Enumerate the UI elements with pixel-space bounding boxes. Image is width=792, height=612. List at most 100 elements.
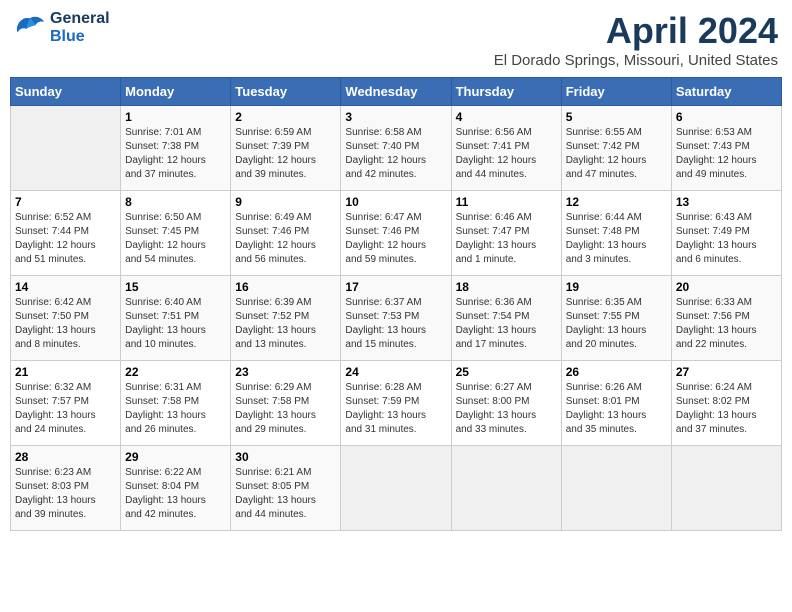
calendar-cell: 2 Sunrise: 6:59 AMSunset: 7:39 PMDaylight… <box>231 106 341 191</box>
calendar-cell: 30 Sunrise: 6:21 AMSunset: 8:05 PMDayligh… <box>231 446 341 531</box>
calendar-cell: 9 Sunrise: 6:49 AMSunset: 7:46 PMDaylight… <box>231 191 341 276</box>
day-number: 14 <box>15 280 116 294</box>
calendar-week-row: 7 Sunrise: 6:52 AMSunset: 7:44 PMDaylight… <box>11 191 782 276</box>
day-number: 15 <box>125 280 226 294</box>
day-info: Sunrise: 6:26 AMSunset: 8:01 PMDaylight:… <box>566 381 667 437</box>
day-info: Sunrise: 6:46 AMSunset: 7:47 PMDaylight:… <box>456 211 557 267</box>
day-number: 21 <box>15 365 116 379</box>
day-number: 26 <box>566 365 667 379</box>
day-number: 29 <box>125 450 226 464</box>
calendar-cell <box>451 446 561 531</box>
day-info: Sunrise: 6:29 AMSunset: 7:58 PMDaylight:… <box>235 381 336 437</box>
day-info: Sunrise: 6:23 AMSunset: 8:03 PMDaylight:… <box>15 466 116 522</box>
day-number: 5 <box>566 110 667 124</box>
day-info: Sunrise: 6:55 AMSunset: 7:42 PMDaylight:… <box>566 126 667 182</box>
calendar-cell: 28Sunrise: 6:23 AMSunset: 8:03 PMDayligh… <box>11 446 121 531</box>
month-title: April 2024 <box>494 10 778 52</box>
calendar-cell: 5 Sunrise: 6:55 AMSunset: 7:42 PMDaylight… <box>561 106 671 191</box>
day-number: 8 <box>125 195 226 209</box>
day-info: Sunrise: 6:24 AMSunset: 8:02 PMDaylight:… <box>676 381 777 437</box>
calendar-cell: 17 Sunrise: 6:37 AMSunset: 7:53 PMDayligh… <box>341 276 451 361</box>
day-info: Sunrise: 6:37 AMSunset: 7:53 PMDaylight:… <box>345 296 446 352</box>
day-header-saturday: Saturday <box>671 78 781 106</box>
calendar-table: SundayMondayTuesdayWednesdayThursdayFrid… <box>10 77 782 531</box>
calendar-cell: 16 Sunrise: 6:39 AMSunset: 7:52 PMDayligh… <box>231 276 341 361</box>
day-info: Sunrise: 7:01 AMSunset: 7:38 PMDaylight:… <box>125 126 226 182</box>
calendar-cell: 20 Sunrise: 6:33 AMSunset: 7:56 PMDayligh… <box>671 276 781 361</box>
day-number: 12 <box>566 195 667 209</box>
day-number: 4 <box>456 110 557 124</box>
calendar-cell: 26 Sunrise: 6:26 AMSunset: 8:01 PMDayligh… <box>561 361 671 446</box>
day-number: 16 <box>235 280 336 294</box>
day-number: 9 <box>235 195 336 209</box>
day-info: Sunrise: 6:21 AMSunset: 8:05 PMDaylight:… <box>235 466 336 522</box>
day-header-sunday: Sunday <box>11 78 121 106</box>
calendar-cell: 23 Sunrise: 6:29 AMSunset: 7:58 PMDayligh… <box>231 361 341 446</box>
calendar-cell: 12 Sunrise: 6:44 AMSunset: 7:48 PMDayligh… <box>561 191 671 276</box>
calendar-cell: 29 Sunrise: 6:22 AMSunset: 8:04 PMDayligh… <box>121 446 231 531</box>
day-number: 18 <box>456 280 557 294</box>
page-header: General Blue April 2024 El Dorado Spring… <box>10 10 782 69</box>
calendar-cell: 15 Sunrise: 6:40 AMSunset: 7:51 PMDayligh… <box>121 276 231 361</box>
day-info: Sunrise: 6:31 AMSunset: 7:58 PMDaylight:… <box>125 381 226 437</box>
day-info: Sunrise: 6:36 AMSunset: 7:54 PMDaylight:… <box>456 296 557 352</box>
day-info: Sunrise: 6:40 AMSunset: 7:51 PMDaylight:… <box>125 296 226 352</box>
day-info: Sunrise: 6:47 AMSunset: 7:46 PMDaylight:… <box>345 211 446 267</box>
day-number: 27 <box>676 365 777 379</box>
day-number: 22 <box>125 365 226 379</box>
day-info: Sunrise: 6:49 AMSunset: 7:46 PMDaylight:… <box>235 211 336 267</box>
day-info: Sunrise: 6:42 AMSunset: 7:50 PMDaylight:… <box>15 296 116 352</box>
day-number: 2 <box>235 110 336 124</box>
day-number: 24 <box>345 365 446 379</box>
logo-text: General Blue <box>50 10 110 45</box>
day-number: 19 <box>566 280 667 294</box>
calendar-cell: 22 Sunrise: 6:31 AMSunset: 7:58 PMDayligh… <box>121 361 231 446</box>
day-number: 7 <box>15 195 116 209</box>
day-info: Sunrise: 6:56 AMSunset: 7:41 PMDaylight:… <box>456 126 557 182</box>
calendar-week-row: 1 Sunrise: 7:01 AMSunset: 7:38 PMDaylight… <box>11 106 782 191</box>
day-info: Sunrise: 6:43 AMSunset: 7:49 PMDaylight:… <box>676 211 777 267</box>
day-info: Sunrise: 6:22 AMSunset: 8:04 PMDaylight:… <box>125 466 226 522</box>
calendar-cell: 1 Sunrise: 7:01 AMSunset: 7:38 PMDaylight… <box>121 106 231 191</box>
day-number: 11 <box>456 195 557 209</box>
day-info: Sunrise: 6:44 AMSunset: 7:48 PMDaylight:… <box>566 211 667 267</box>
day-number: 6 <box>676 110 777 124</box>
day-header-wednesday: Wednesday <box>341 78 451 106</box>
calendar-week-row: 21 Sunrise: 6:32 AMSunset: 7:57 PMDayligh… <box>11 361 782 446</box>
day-number: 1 <box>125 110 226 124</box>
day-info: Sunrise: 6:35 AMSunset: 7:55 PMDaylight:… <box>566 296 667 352</box>
calendar-cell: 6Sunrise: 6:53 AMSunset: 7:43 PMDaylight… <box>671 106 781 191</box>
title-block: April 2024 El Dorado Springs, Missouri, … <box>494 10 778 69</box>
day-header-thursday: Thursday <box>451 78 561 106</box>
calendar-cell: 11 Sunrise: 6:46 AMSunset: 7:47 PMDayligh… <box>451 191 561 276</box>
calendar-cell <box>11 106 121 191</box>
day-info: Sunrise: 6:52 AMSunset: 7:44 PMDaylight:… <box>15 211 116 267</box>
calendar-cell: 24 Sunrise: 6:28 AMSunset: 7:59 PMDayligh… <box>341 361 451 446</box>
calendar-cell: 3Sunrise: 6:58 AMSunset: 7:40 PMDaylight… <box>341 106 451 191</box>
day-info: Sunrise: 6:32 AMSunset: 7:57 PMDaylight:… <box>15 381 116 437</box>
day-number: 30 <box>235 450 336 464</box>
day-info: Sunrise: 6:59 AMSunset: 7:39 PMDaylight:… <box>235 126 336 182</box>
day-info: Sunrise: 6:39 AMSunset: 7:52 PMDaylight:… <box>235 296 336 352</box>
calendar-cell: 27 Sunrise: 6:24 AMSunset: 8:02 PMDayligh… <box>671 361 781 446</box>
calendar-cell: 25Sunrise: 6:27 AMSunset: 8:00 PMDayligh… <box>451 361 561 446</box>
day-number: 23 <box>235 365 336 379</box>
calendar-cell: 8 Sunrise: 6:50 AMSunset: 7:45 PMDaylight… <box>121 191 231 276</box>
calendar-cell: 21 Sunrise: 6:32 AMSunset: 7:57 PMDayligh… <box>11 361 121 446</box>
calendar-cell <box>561 446 671 531</box>
day-header-friday: Friday <box>561 78 671 106</box>
calendar-cell: 4 Sunrise: 6:56 AMSunset: 7:41 PMDaylight… <box>451 106 561 191</box>
calendar-cell: 13Sunrise: 6:43 AMSunset: 7:49 PMDayligh… <box>671 191 781 276</box>
day-number: 20 <box>676 280 777 294</box>
calendar-cell <box>671 446 781 531</box>
day-number: 10 <box>345 195 446 209</box>
day-info: Sunrise: 6:50 AMSunset: 7:45 PMDaylight:… <box>125 211 226 267</box>
calendar-cell: 14 Sunrise: 6:42 AMSunset: 7:50 PMDayligh… <box>11 276 121 361</box>
calendar-cell: 18 Sunrise: 6:36 AMSunset: 7:54 PMDayligh… <box>451 276 561 361</box>
day-info: Sunrise: 6:28 AMSunset: 7:59 PMDaylight:… <box>345 381 446 437</box>
day-number: 3 <box>345 110 446 124</box>
calendar-cell: 19 Sunrise: 6:35 AMSunset: 7:55 PMDayligh… <box>561 276 671 361</box>
calendar-week-row: 14 Sunrise: 6:42 AMSunset: 7:50 PMDayligh… <box>11 276 782 361</box>
day-number: 17 <box>345 280 446 294</box>
day-info: Sunrise: 6:33 AMSunset: 7:56 PMDaylight:… <box>676 296 777 352</box>
